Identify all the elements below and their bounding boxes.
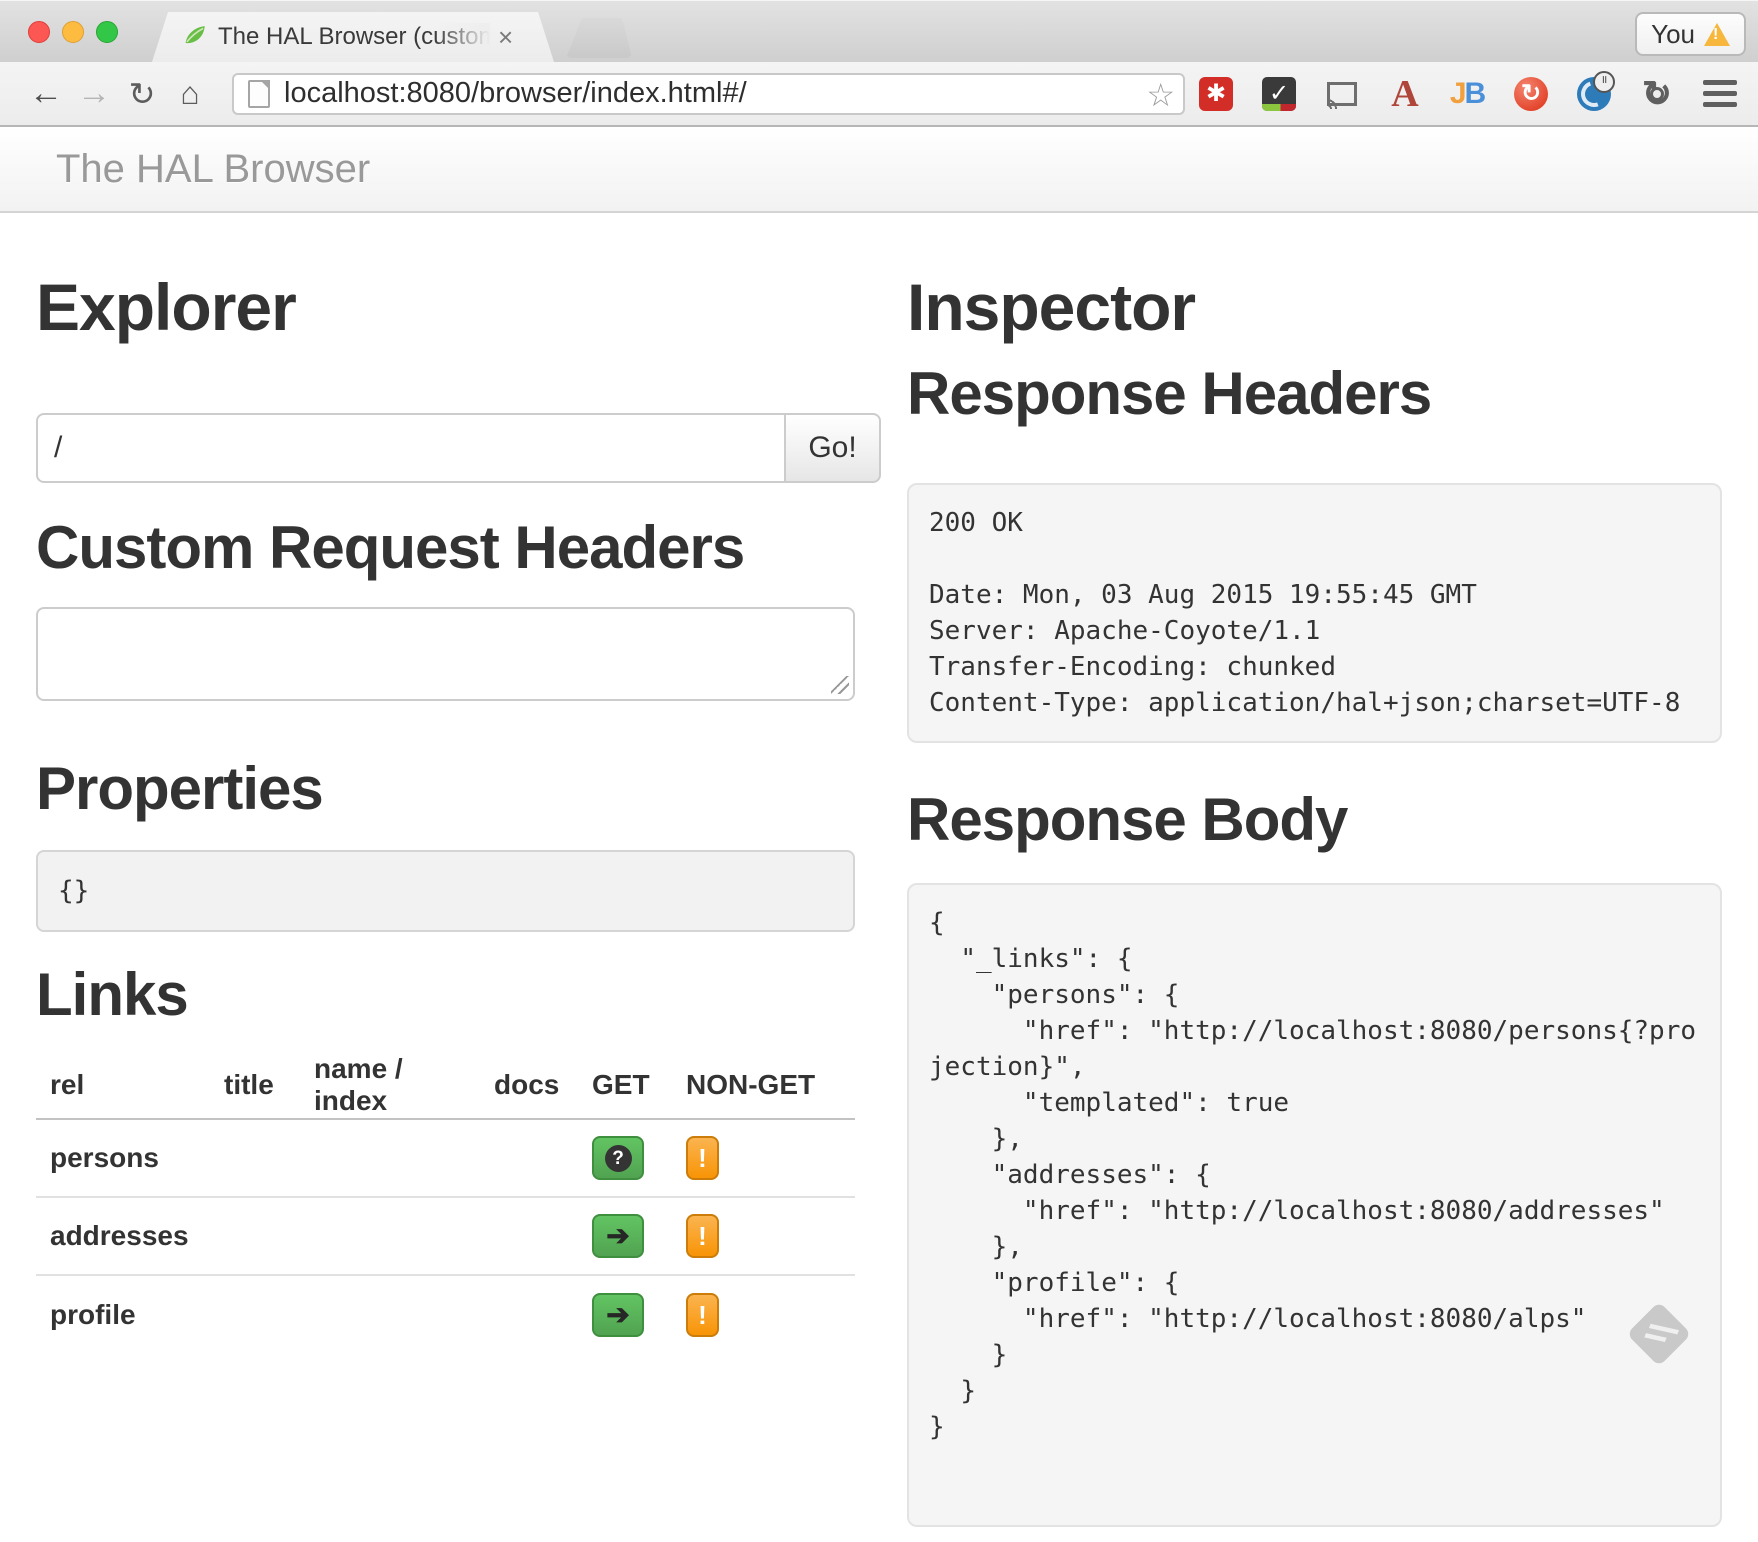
lastpass-icon[interactable]: ✱: [1199, 77, 1233, 111]
col-docs: docs: [480, 1069, 578, 1101]
links-table-header: rel title name / index docs GET NON-GET: [36, 1052, 855, 1120]
properties-title: Properties: [36, 756, 881, 822]
minimize-window-button[interactable]: [62, 21, 84, 43]
reload-icon[interactable]: ↻: [122, 75, 162, 113]
exclamation-icon: !: [698, 1143, 707, 1174]
links-table: rel title name / index docs GET NON-GET …: [36, 1052, 855, 1354]
col-get: GET: [578, 1069, 672, 1101]
tab-title: The HAL Browser (customi: [218, 23, 490, 51]
sync-icon[interactable]: ↻: [1640, 77, 1674, 111]
response-body-title: Response Body: [907, 787, 1722, 853]
address-input-group: Go!: [36, 413, 881, 483]
new-tab-button[interactable]: [566, 18, 632, 58]
response-headers-title: Response Headers: [907, 361, 1722, 427]
chromecast-icon[interactable]: [1325, 77, 1359, 111]
properties-value: {}: [36, 850, 855, 932]
col-non-get: NON-GET: [672, 1069, 855, 1101]
back-icon[interactable]: ←: [26, 74, 66, 113]
main-content: Explorer Go! Custom Request Headers Prop…: [0, 213, 1758, 1527]
close-window-button[interactable]: [28, 21, 50, 43]
warning-icon: [1704, 23, 1730, 46]
browser-tab-bar: The HAL Browser (customi × You: [0, 0, 1758, 62]
browser-toolbar: ← → ↻ ⌂ localhost:8080/browser/index.htm…: [0, 62, 1758, 127]
get-button[interactable]: ➔: [592, 1214, 644, 1258]
rel-label: persons: [36, 1142, 210, 1174]
rel-label: addresses: [36, 1220, 210, 1252]
table-row-persons: persons ? !: [36, 1120, 855, 1198]
extension-icons: ✱ ✓ A JB ↻ ↻: [1199, 77, 1737, 111]
tab-title-fade: [434, 23, 490, 51]
zoom-window-button[interactable]: [96, 21, 118, 43]
window-controls: [28, 21, 118, 43]
arrow-right-icon: ➔: [606, 1301, 629, 1329]
question-sign-icon: ?: [605, 1145, 632, 1172]
custom-headers-textarea[interactable]: [36, 607, 855, 701]
non-get-button[interactable]: !: [686, 1293, 719, 1337]
get-button[interactable]: ?: [592, 1136, 644, 1180]
jetbrains-icon[interactable]: JB: [1451, 77, 1485, 111]
resource-path-input[interactable]: [36, 413, 784, 483]
table-row-addresses: addresses ➔ !: [36, 1198, 855, 1276]
non-get-button[interactable]: !: [686, 1136, 719, 1180]
menu-icon[interactable]: [1703, 77, 1737, 111]
table-row-profile: profile ➔ !: [36, 1276, 855, 1354]
spring-leaf-favicon: [182, 24, 208, 50]
col-title: title: [210, 1069, 300, 1101]
exclamation-icon: !: [698, 1221, 707, 1252]
custom-headers-wrap: [36, 581, 855, 706]
profile-you-button[interactable]: You: [1635, 12, 1746, 56]
page-navbar: The HAL Browser: [0, 127, 1758, 213]
home-icon[interactable]: ⌂: [170, 75, 210, 112]
go-button[interactable]: Go!: [784, 413, 881, 483]
letter-a-icon[interactable]: A: [1388, 77, 1422, 111]
explorer-title: Explorer: [36, 269, 881, 345]
rel-label: profile: [36, 1299, 210, 1331]
navbar-brand[interactable]: The HAL Browser: [0, 147, 370, 192]
profile-you-label: You: [1651, 19, 1695, 50]
inspector-panel: Inspector Response Headers 200 OK Date: …: [907, 213, 1722, 1527]
col-name-index: name / index: [300, 1053, 480, 1117]
blue-circle-icon[interactable]: [1577, 77, 1611, 111]
arrow-right-icon: ➔: [606, 1222, 629, 1250]
links-title: Links: [36, 962, 881, 1028]
tv-check-icon[interactable]: ✓: [1262, 77, 1296, 111]
browser-tab[interactable]: The HAL Browser (customi ×: [152, 12, 554, 62]
get-button[interactable]: ➔: [592, 1293, 644, 1337]
non-get-button[interactable]: !: [686, 1214, 719, 1258]
address-bar[interactable]: localhost:8080/browser/index.html#/ ☆: [232, 73, 1185, 115]
page-icon[interactable]: [248, 80, 270, 108]
jb-b: B: [1465, 77, 1487, 111]
chromecast-arc: [1327, 95, 1341, 109]
inspector-title: Inspector: [907, 269, 1722, 345]
explorer-panel: Explorer Go! Custom Request Headers Prop…: [36, 213, 881, 1527]
url-text[interactable]: localhost:8080/browser/index.html#/: [284, 77, 747, 110]
bookmark-star-icon[interactable]: ☆: [1146, 76, 1175, 114]
exclamation-icon: !: [698, 1300, 707, 1331]
response-headers-box: 200 OK Date: Mon, 03 Aug 2015 19:55:45 G…: [907, 483, 1722, 743]
response-body-box: { "_links": { "persons": { "href": "http…: [907, 883, 1722, 1527]
col-rel: rel: [36, 1069, 210, 1101]
custom-request-headers-title: Custom Request Headers: [36, 515, 881, 581]
tab-close-icon[interactable]: ×: [498, 24, 513, 50]
red-sync-icon[interactable]: ↻: [1514, 77, 1548, 111]
forward-icon: →: [74, 74, 114, 113]
